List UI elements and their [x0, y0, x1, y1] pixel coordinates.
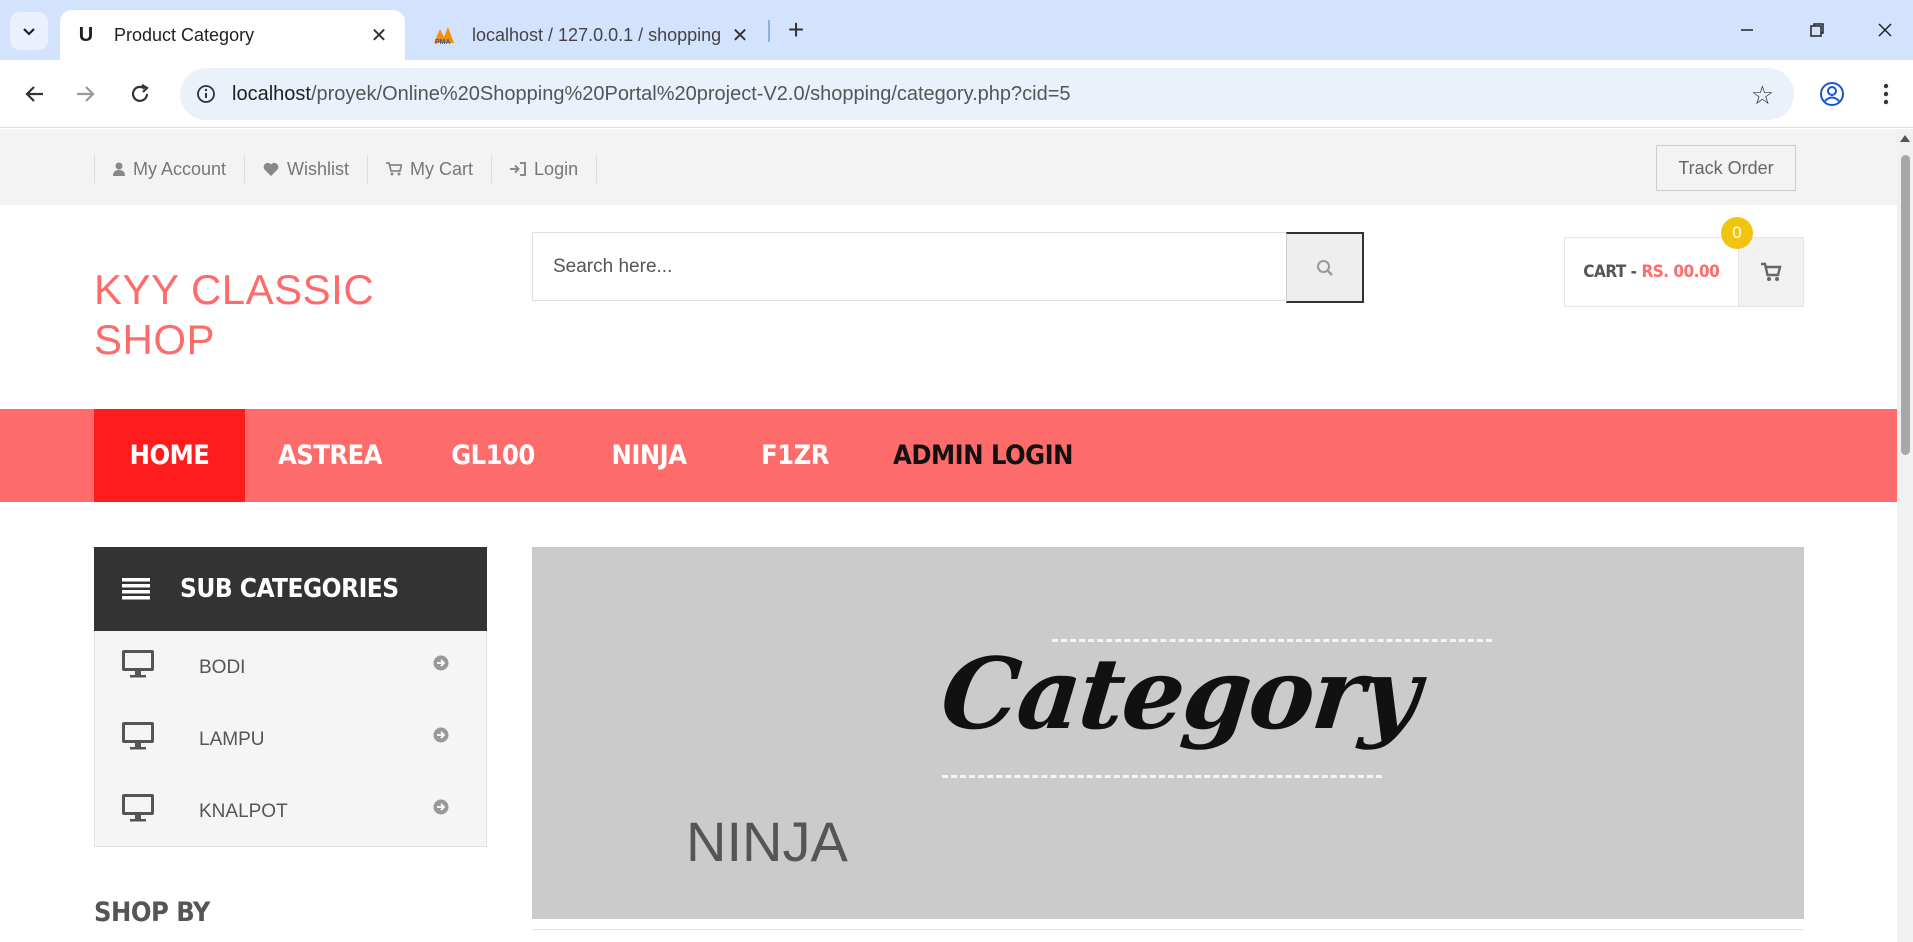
site-info-icon[interactable] [180, 68, 232, 120]
forward-button[interactable] [66, 74, 106, 114]
phpmyadmin-favicon: PMA [432, 23, 456, 47]
close-icon [1878, 23, 1892, 37]
shopping-cart-icon [1760, 262, 1782, 281]
user-icon [113, 162, 125, 176]
reload-icon [131, 84, 149, 102]
search-icon [1316, 259, 1333, 276]
more-vertical-icon [1883, 83, 1889, 105]
address-bar[interactable]: localhost/proyek/Online%20Shopping%20Por… [180, 68, 1794, 120]
desktop-icon [121, 721, 155, 756]
new-tab-button[interactable]: + [780, 14, 812, 46]
track-order-button[interactable]: Track Order [1656, 145, 1796, 191]
close-tab-icon[interactable]: ✕ [728, 23, 752, 47]
cart-icon [386, 162, 403, 176]
nav-astrea[interactable]: ASTREA [245, 409, 415, 502]
nav-gl100[interactable]: GL100 [415, 409, 571, 502]
minimize-button[interactable] [1722, 10, 1772, 50]
browser-menu-button[interactable] [1866, 74, 1906, 114]
svg-text:PMA: PMA [435, 39, 451, 45]
top-bar: My Account Wishlist My Cart Login Track … [0, 129, 1897, 205]
browser-tabstrip: U Product Category ✕ PMA localhost / 127… [0, 0, 1913, 60]
nav-admin-login[interactable]: ADMIN LOGIN [863, 409, 1103, 502]
category-banner: Category NINJA [532, 547, 1804, 919]
top-links: My Account Wishlist My Cart Login [94, 155, 598, 183]
minimize-icon [1741, 29, 1753, 31]
web-page: My Account Wishlist My Cart Login Track … [0, 129, 1897, 942]
sub-category-label: LAMPU [199, 729, 265, 750]
cart-summary[interactable]: CART - RS. 00.00 [1564, 237, 1804, 307]
sub-categories-title: SUB CATEGORIES [180, 574, 399, 604]
tab-phpmyadmin[interactable]: PMA localhost / 127.0.0.1 / shopping ✕ [418, 10, 766, 60]
scroll-up-arrow-icon[interactable] [1900, 135, 1910, 142]
nav-ninja[interactable]: NINJA [571, 409, 727, 502]
search-bar [532, 232, 1364, 303]
login-link[interactable]: Login [492, 155, 598, 183]
arrow-left-icon [25, 86, 43, 102]
nav-f1zr[interactable]: F1ZR [727, 409, 863, 502]
url-text: localhost/proyek/Online%20Shopping%20Por… [232, 82, 1071, 105]
sub-category-item[interactable]: LAMPU [95, 703, 486, 775]
category-name: NINJA [686, 810, 848, 873]
desktop-icon [121, 649, 155, 684]
cart-price: RS. 00.00 [1641, 262, 1720, 282]
arrow-circle-right-icon [433, 655, 449, 676]
profile-button[interactable] [1812, 74, 1852, 114]
tab-title: localhost / 127.0.0.1 / shopping [472, 24, 722, 45]
shop-by-heading: SHOP BY [94, 897, 210, 928]
tab-product-category[interactable]: U Product Category ✕ [60, 10, 405, 60]
profile-icon [1820, 82, 1844, 106]
heart-icon [263, 162, 279, 176]
cart-button[interactable] [1737, 238, 1803, 306]
site-favicon: U [78, 23, 94, 46]
restore-icon [1810, 23, 1824, 37]
shop-logo[interactable]: KYY CLASSIC SHOP [94, 265, 374, 365]
arrow-circle-right-icon [433, 727, 449, 748]
sub-category-label: BODI [199, 657, 246, 678]
sub-category-item[interactable]: BODI [95, 631, 486, 703]
my-account-link[interactable]: My Account [95, 155, 246, 183]
sub-categories-list: BODI LAMPU KNALPOT [94, 631, 487, 847]
desktop-icon [121, 793, 155, 828]
close-window-button[interactable] [1860, 10, 1910, 50]
list-icon [122, 578, 150, 600]
restore-button[interactable] [1792, 10, 1842, 50]
chevron-down-icon [23, 28, 35, 36]
browser-toolbar: localhost/proyek/Online%20Shopping%20Por… [0, 60, 1913, 128]
tab-title: Product Category [114, 24, 255, 45]
my-cart-link[interactable]: My Cart [368, 155, 493, 183]
close-tab-icon[interactable]: ✕ [367, 23, 391, 47]
wishlist-link[interactable]: Wishlist [245, 155, 369, 183]
banner-script-word: Category [935, 637, 1424, 752]
back-button[interactable] [14, 74, 54, 114]
banner-decoration [942, 775, 1382, 779]
arrow-circle-right-icon [433, 799, 449, 820]
search-button[interactable] [1286, 232, 1364, 303]
scroll-thumb[interactable] [1901, 155, 1910, 455]
cart-count-badge: 0 [1721, 217, 1753, 249]
sub-categories-header: SUB CATEGORIES [94, 547, 487, 631]
page-scrollbar[interactable] [1897, 129, 1913, 942]
tab-search-button[interactable] [10, 12, 48, 50]
divider [532, 929, 1804, 930]
main-navigation: HOME ASTREA GL100 NINJA F1ZR ADMIN LOGIN [0, 409, 1897, 502]
sub-category-label: KNALPOT [199, 801, 288, 822]
tab-separator [768, 20, 770, 42]
bookmark-star-icon[interactable]: ☆ [1751, 80, 1774, 111]
search-input[interactable] [532, 232, 1286, 301]
arrow-right-icon [77, 86, 95, 102]
cart-total: CART - RS. 00.00 [1583, 262, 1720, 282]
nav-home[interactable]: HOME [94, 409, 245, 502]
reload-button[interactable] [120, 74, 160, 114]
sub-category-item[interactable]: KNALPOT [95, 775, 486, 847]
sign-in-icon [510, 162, 527, 176]
